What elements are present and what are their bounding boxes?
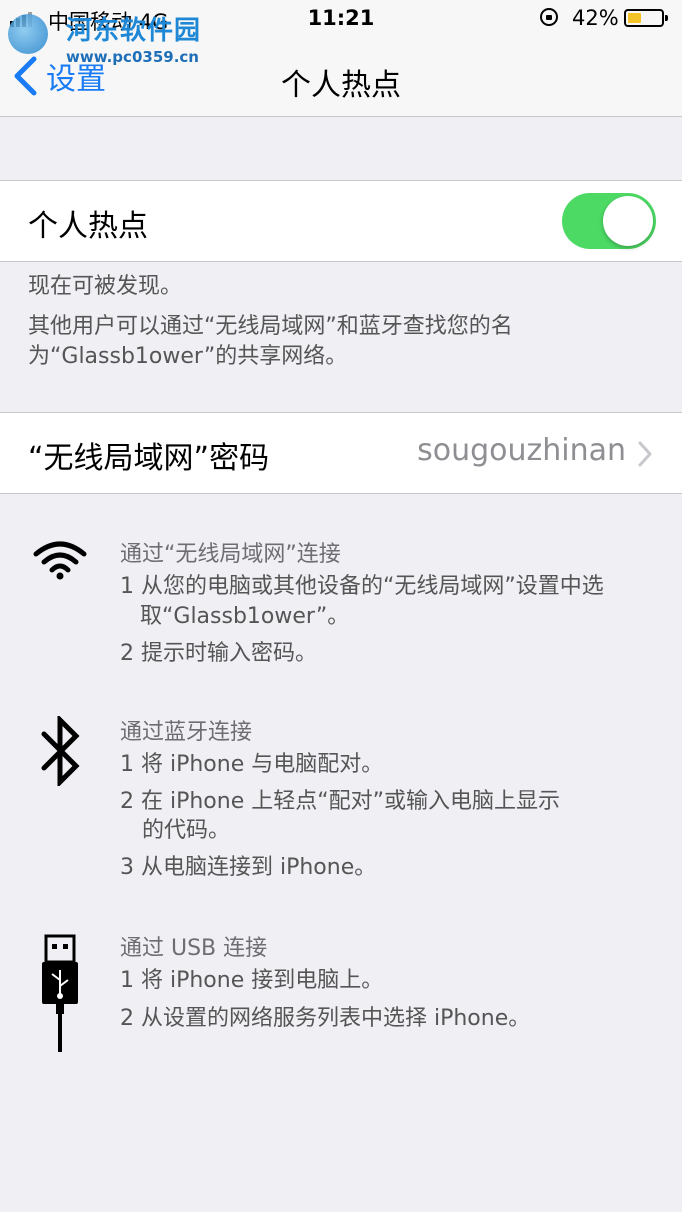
bluetooth-section-title: 通过蓝牙连接 bbox=[120, 720, 253, 745]
wifi-password-cell[interactable]: “无线局域网”密码 sougouzhinan bbox=[0, 412, 682, 494]
status-bar: 中国移动 4G 11:21 42% bbox=[0, 0, 682, 40]
wifi-password-label: “无线局域网”密码 bbox=[28, 441, 270, 476]
discover-description-line1: 其他用户可以通过“无线局域网”和蓝牙查找您的名 bbox=[28, 314, 513, 339]
battery-icon bbox=[624, 9, 668, 27]
battery-fill bbox=[628, 13, 641, 23]
usb-section-title: 通过 USB 连接 bbox=[120, 936, 268, 961]
usb-cable-icon bbox=[42, 934, 78, 1052]
bluetooth-icon bbox=[41, 716, 80, 786]
battery-percent: 42% bbox=[572, 6, 619, 30]
bluetooth-step-1: 1 将 iPhone 与电脑配对。 bbox=[120, 752, 384, 777]
rotation-lock-icon bbox=[540, 8, 558, 26]
page-title: 个人热点 bbox=[281, 68, 401, 103]
hotspot-label: 个人热点 bbox=[28, 209, 148, 244]
hotspot-toggle-switch[interactable] bbox=[562, 193, 656, 249]
bluetooth-step-3: 3 从电脑连接到 iPhone。 bbox=[120, 855, 377, 880]
wifi-password-value: sougouzhinan bbox=[417, 433, 626, 468]
wifi-step-1-cont: 取“Glassb1ower”。 bbox=[140, 604, 350, 629]
discoverable-status: 现在可被发现。 bbox=[28, 274, 183, 299]
hotspot-toggle-cell: 个人热点 bbox=[0, 180, 682, 262]
usb-step-2: 2 从设置的网络服务列表中选择 iPhone。 bbox=[120, 1006, 531, 1031]
toggle-knob bbox=[603, 196, 653, 246]
wifi-section-title: 通过“无线局域网”连接 bbox=[120, 542, 341, 567]
navigation-bar: 设置 个人热点 bbox=[0, 40, 682, 117]
bluetooth-step-2-cont: 的代码。 bbox=[142, 818, 231, 843]
bluetooth-step-2: 2 在 iPhone 上轻点“配对”或输入电脑上显示 bbox=[120, 789, 561, 814]
usb-step-1: 1 将 iPhone 接到电脑上。 bbox=[120, 968, 384, 993]
wifi-step-2: 2 提示时输入密码。 bbox=[120, 641, 317, 666]
wifi-icon bbox=[33, 541, 87, 580]
discover-description-line2: 为“Glassb1ower”的共享网络。 bbox=[28, 344, 348, 369]
chevron-right-icon bbox=[638, 441, 652, 467]
wifi-step-1: 1 从您的电脑或其他设备的“无线局域网”设置中选 bbox=[120, 574, 604, 599]
